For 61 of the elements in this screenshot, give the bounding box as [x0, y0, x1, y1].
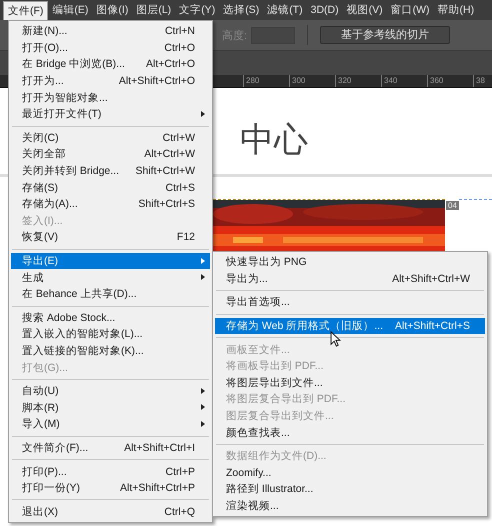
menu-item[interactable]: 存储为 Web 所用格式（旧版）... Alt+Shift+Ctrl+S	[215, 318, 485, 334]
menu-item[interactable]: 最近打开文件(T)	[11, 106, 210, 123]
menu-item[interactable]: 导出(E)	[11, 252, 210, 270]
menu-item[interactable]: 存储(S) Ctrl+S	[11, 179, 210, 196]
menu-item[interactable]: 退出(X) Ctrl+Q	[11, 503, 210, 520]
menu-bar-item[interactable]: 文件(F)	[3, 0, 48, 20]
menu-item[interactable]: 导入(M)	[11, 416, 210, 433]
heading-text: 中心	[240, 120, 309, 160]
ruler-number: 300	[289, 75, 308, 87]
menu-item[interactable]: 在 Behance 上共享(D)...	[11, 286, 210, 302]
ruler-number: 340	[381, 75, 400, 87]
menu-item[interactable]: 导出为... Alt+Shift+Ctrl+W	[215, 270, 485, 288]
menu-bar-item[interactable]: 3D(D)	[306, 2, 343, 18]
menu-item[interactable]: 关闭全部 Alt+Ctrl+W	[11, 146, 210, 163]
menu-item[interactable]: 新建(N)... Ctrl+N	[11, 23, 210, 40]
mouse-cursor-icon	[330, 331, 341, 347]
menu-item[interactable]: 文件简介(F)... Alt+Shift+Ctrl+I	[11, 440, 210, 456]
menu-item[interactable]: 快速导出为 PNG	[215, 254, 485, 271]
menu-item[interactable]: 置入链接的智能对象(K)...	[11, 342, 210, 360]
menu-item[interactable]: 搜索 Adobe Stock...	[11, 310, 210, 326]
submenu-arrow-icon	[201, 274, 205, 280]
menu-item[interactable]: 颜色查找表...	[215, 424, 485, 441]
submenu-arrow-icon	[201, 404, 205, 410]
submenu-arrow-icon	[201, 258, 205, 264]
menu-item[interactable]: 路径到 Illustrator...	[215, 481, 485, 498]
menu-item[interactable]: 打开为智能对象...	[11, 89, 210, 106]
menu-item[interactable]: 恢复(V) F12	[11, 229, 210, 246]
menu-bar-item[interactable]: 文字(Y)	[175, 1, 220, 19]
menu-item[interactable]: 导出首选项...	[215, 294, 485, 311]
menu-bar-item[interactable]: 视图(V)	[342, 1, 387, 19]
ruler-number: 320	[335, 75, 354, 87]
submenu-arrow-icon	[201, 110, 205, 117]
ruler-number: 280	[243, 75, 262, 87]
slice-badge: 04	[446, 201, 459, 210]
menu-item[interactable]: 自动(U)	[11, 382, 210, 400]
ruler-number: 360	[427, 75, 446, 87]
slices-from-guides-button[interactable]: 基于参考线的切片	[320, 26, 450, 44]
ruler-number: 38	[473, 75, 492, 87]
submenu-arrow-icon	[201, 388, 205, 394]
menu-bar-item[interactable]: 滤镜(T)	[263, 1, 307, 19]
menu-item[interactable]: Zoomify...	[215, 464, 485, 482]
menu-item[interactable]: 打印(P)... Ctrl+P	[11, 463, 210, 480]
menu-item[interactable]: 存储为(A)... Shift+Ctrl+S	[11, 196, 210, 213]
menu-bar-item[interactable]: 图层(L)	[132, 1, 176, 19]
menu-bar-item[interactable]: 帮助(H)	[434, 1, 478, 19]
menu-bar-item[interactable]: 窗口(W)	[386, 1, 434, 19]
menu-item[interactable]: 在 Bridge 中浏览(B)... Alt+Ctrl+O	[11, 56, 210, 73]
menu-bar-item[interactable]: 选择(S)	[219, 1, 264, 19]
menu-item[interactable]: 关闭(C) Ctrl+W	[11, 130, 210, 146]
menu-item[interactable]: 置入嵌入的智能对象(L)...	[11, 326, 210, 343]
menu-item[interactable]: 脚本(R)	[11, 399, 210, 416]
menu-item[interactable]: 生成	[11, 269, 210, 286]
submenu-arrow-icon	[201, 421, 205, 428]
menu-item[interactable]: 打印一份(Y) Alt+Shift+Ctrl+P	[11, 480, 210, 496]
menu-bar-item[interactable]: 图像(I)	[92, 1, 132, 19]
menu-item[interactable]: 将图层导出到文件...	[215, 374, 485, 392]
menu-item[interactable]: 打开为... Alt+Shift+Ctrl+O	[11, 72, 210, 90]
menu-item[interactable]: 关闭并转到 Bridge... Shift+Ctrl+W	[11, 162, 210, 180]
menu-bar-item[interactable]: 编辑(E)	[48, 1, 92, 19]
menu-item[interactable]: 打开(O)... Ctrl+O	[11, 40, 210, 56]
menu-item[interactable]: 渲染视频...	[215, 498, 485, 514]
